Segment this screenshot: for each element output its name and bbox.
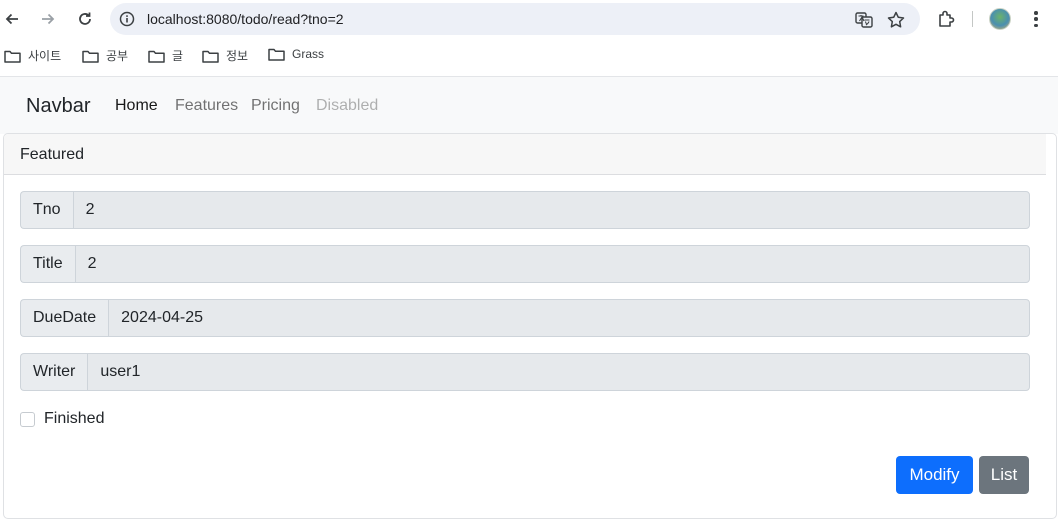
duedate-field[interactable]: 2024-04-25 <box>108 299 1030 337</box>
folder-icon <box>4 50 21 63</box>
writer-label: Writer <box>20 353 88 391</box>
navbar-brand[interactable]: Navbar <box>26 95 90 118</box>
bookmark-label: 공부 <box>106 49 129 63</box>
url-text: localhost:8080/todo/read?tno=2 <box>147 11 344 27</box>
bookmark-label: 글 <box>172 49 184 63</box>
toolbar-divider <box>972 11 973 27</box>
todo-card: Featured Tno 2 Title 2 DueDate 2024-04-2… <box>3 133 1057 519</box>
tno-field[interactable]: 2 <box>72 191 1030 229</box>
duedate-group: DueDate 2024-04-25 <box>20 299 1030 337</box>
bookmark-folder-site[interactable]: 사이트 <box>4 47 61 64</box>
nav-link-features[interactable]: Features <box>175 97 238 115</box>
nav-link-pricing[interactable]: Pricing <box>251 97 300 115</box>
finished-label: Finished <box>44 410 105 427</box>
tno-group: Tno 2 <box>20 191 1030 229</box>
browser-menu-icon[interactable] <box>1030 9 1042 29</box>
folder-icon <box>82 50 99 63</box>
nav-link-disabled: Disabled <box>316 97 379 114</box>
bookmark-folder-writing[interactable]: 글 <box>148 47 183 64</box>
site-info-icon[interactable] <box>119 11 135 27</box>
translate-icon[interactable] <box>854 10 874 30</box>
writer-group: Writer user1 <box>20 353 1030 391</box>
list-button[interactable]: List <box>979 456 1029 494</box>
card-header: Featured <box>4 134 1046 175</box>
forward-arrow-icon[interactable] <box>37 8 59 30</box>
folder-icon <box>148 50 165 63</box>
bookmark-label: Grass <box>292 47 325 61</box>
writer-field[interactable]: user1 <box>87 353 1030 391</box>
reload-icon[interactable] <box>74 8 96 30</box>
folder-icon <box>202 50 219 63</box>
duedate-label: DueDate <box>20 299 109 337</box>
bookmark-star-icon[interactable] <box>886 10 906 30</box>
title-group: Title 2 <box>20 245 1030 283</box>
folder-icon <box>268 48 285 61</box>
bookmark-folder-info[interactable]: 정보 <box>202 47 248 64</box>
title-field[interactable]: 2 <box>74 245 1030 283</box>
title-label: Title <box>20 245 75 283</box>
bookmarks-bar: 사이트 공부 글 정보 Grass <box>0 38 1058 75</box>
bookmark-label: 사이트 <box>28 49 62 63</box>
address-bar[interactable]: localhost:8080/todo/read?tno=2 <box>110 3 920 35</box>
modify-button[interactable]: Modify <box>896 456 973 494</box>
tno-label: Tno <box>20 191 73 229</box>
site-navbar: Navbar Home Features Pricing Disabled <box>0 76 1058 134</box>
profile-avatar[interactable] <box>989 8 1011 30</box>
extensions-icon[interactable] <box>936 9 956 29</box>
finished-row: Finished <box>20 410 104 428</box>
bookmark-label: 정보 <box>226 49 249 63</box>
bookmark-folder-study[interactable]: 공부 <box>82 47 128 64</box>
bookmark-folder-grass[interactable]: Grass <box>268 47 324 61</box>
browser-toolbar: localhost:8080/todo/read?tno=2 <box>0 0 1058 38</box>
back-arrow-icon[interactable] <box>1 8 23 30</box>
nav-link-home[interactable]: Home <box>115 97 158 115</box>
finished-checkbox[interactable] <box>20 411 35 427</box>
